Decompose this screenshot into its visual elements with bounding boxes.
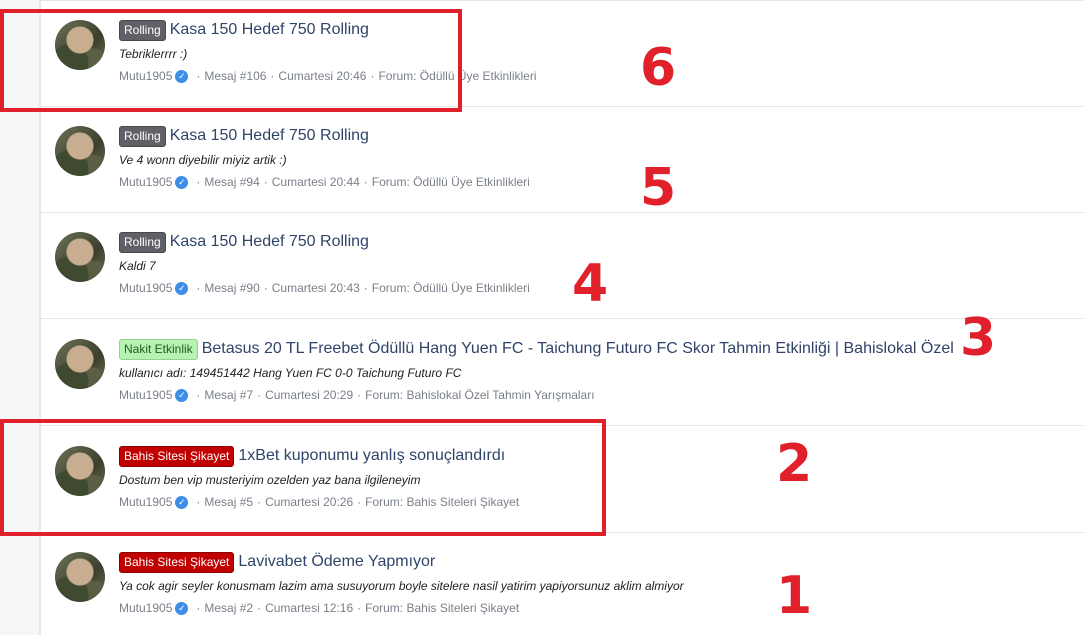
username-link[interactable]: Mutu1905 xyxy=(119,388,172,402)
meta-separator: · xyxy=(196,281,201,295)
annotation-number-1: 1 xyxy=(776,566,813,626)
result-title-line: Rolling Kasa 150 Hedef 750 Rolling xyxy=(119,125,369,147)
verified-check-icon: ✓ xyxy=(175,281,189,295)
meta-separator: · xyxy=(263,281,268,295)
post-date: Cumartesi 20:29 xyxy=(265,388,354,402)
result-title-line: Bahis Sitesi Şikayet Lavivabet Ödeme Yap… xyxy=(119,551,435,573)
result-title-line: Rolling Kasa 150 Hedef 750 Rolling xyxy=(119,231,369,253)
meta-separator: · xyxy=(357,601,362,615)
forum-link[interactable]: Forum: Ödüllü Üye Etkinlikleri xyxy=(372,175,530,189)
result-item: Rolling Kasa 150 Hedef 750 Rolling Ve 4 … xyxy=(41,107,1084,213)
meta-separator: · xyxy=(196,175,201,189)
thread-title-link[interactable]: Kasa 150 Hedef 750 Rolling xyxy=(170,125,369,147)
result-title-line: Nakit Etkinlik Betasus 20 TL Freebet Ödü… xyxy=(119,338,954,360)
post-snippet[interactable]: kullanıcı adı: 149451442 Hang Yuen FC 0-… xyxy=(119,366,461,380)
annotation-number-4: 4 xyxy=(572,254,609,314)
result-item: Bahis Sitesi Şikayet Lavivabet Ödeme Yap… xyxy=(41,533,1084,639)
meta-separator: · xyxy=(357,388,362,402)
post-number-link[interactable]: Mesaj #90 xyxy=(204,281,259,295)
verified-check-icon: ✓ xyxy=(175,601,189,615)
meta-separator: · xyxy=(257,388,262,402)
annotation-number-5: 5 xyxy=(640,158,677,218)
meta-separator: · xyxy=(257,601,262,615)
annotation-number-6: 6 xyxy=(640,38,677,98)
verified-check-icon: ✓ xyxy=(175,388,189,402)
prefix-badge[interactable]: Nakit Etkinlik xyxy=(119,338,198,360)
meta-separator: · xyxy=(363,281,368,295)
thread-title-link[interactable]: Lavivabet Ödeme Yapmıyor xyxy=(238,551,435,573)
result-meta: Mutu1905 ✓ · Mesaj #90 · Cumartesi 20:43… xyxy=(119,281,530,295)
result-item: Rolling Kasa 150 Hedef 750 Rolling Kaldi… xyxy=(41,213,1084,319)
result-meta: Mutu1905 ✓ · Mesaj #2 · Cumartesi 12:16 … xyxy=(119,601,519,615)
result-item: Nakit Etkinlik Betasus 20 TL Freebet Ödü… xyxy=(41,320,1084,426)
post-number-link[interactable]: Mesaj #2 xyxy=(204,601,253,615)
meta-separator: · xyxy=(263,175,268,189)
user-avatar[interactable] xyxy=(55,552,105,602)
post-date: Cumartesi 20:43 xyxy=(271,281,360,295)
user-avatar[interactable] xyxy=(55,126,105,176)
username-link[interactable]: Mutu1905 xyxy=(119,281,172,295)
post-number-link[interactable]: Mesaj #94 xyxy=(204,175,259,189)
annotation-box-6 xyxy=(0,9,462,112)
user-avatar[interactable] xyxy=(55,232,105,282)
forum-link[interactable]: Forum: Bahis Siteleri Şikayet xyxy=(365,601,519,615)
meta-separator: · xyxy=(196,601,201,615)
annotation-number-2: 2 xyxy=(776,434,813,494)
post-snippet[interactable]: Ya cok agir seyler konusmam lazim ama su… xyxy=(119,579,684,593)
username-link[interactable]: Mutu1905 xyxy=(119,601,172,615)
post-date: Cumartesi 20:44 xyxy=(271,175,360,189)
thread-title-link[interactable]: Kasa 150 Hedef 750 Rolling xyxy=(170,231,369,253)
meta-separator: · xyxy=(363,175,368,189)
thread-title-link[interactable]: Betasus 20 TL Freebet Ödüllü Hang Yuen F… xyxy=(202,338,954,360)
username-link[interactable]: Mutu1905 xyxy=(119,175,172,189)
result-meta: Mutu1905 ✓ · Mesaj #7 · Cumartesi 20:29 … xyxy=(119,388,595,402)
annotation-box-2 xyxy=(0,419,606,536)
post-snippet[interactable]: Ve 4 wonn diyebilir miyiz artik :) xyxy=(119,153,287,167)
post-number-link[interactable]: Mesaj #7 xyxy=(204,388,253,402)
prefix-badge[interactable]: Rolling xyxy=(119,231,166,253)
post-snippet[interactable]: Kaldi 7 xyxy=(119,259,156,273)
verified-check-icon: ✓ xyxy=(175,175,189,189)
forum-link[interactable]: Forum: Ödüllü Üye Etkinlikleri xyxy=(372,281,530,295)
result-meta: Mutu1905 ✓ · Mesaj #94 · Cumartesi 20:44… xyxy=(119,175,530,189)
prefix-badge[interactable]: Bahis Sitesi Şikayet xyxy=(119,551,235,573)
user-avatar[interactable] xyxy=(55,339,105,389)
forum-link[interactable]: Forum: Bahislokal Özel Tahmin Yarışmalar… xyxy=(365,388,594,402)
prefix-badge[interactable]: Rolling xyxy=(119,125,166,147)
annotation-number-3: 3 xyxy=(960,308,997,368)
post-date: Cumartesi 12:16 xyxy=(265,601,354,615)
meta-separator: · xyxy=(196,388,201,402)
